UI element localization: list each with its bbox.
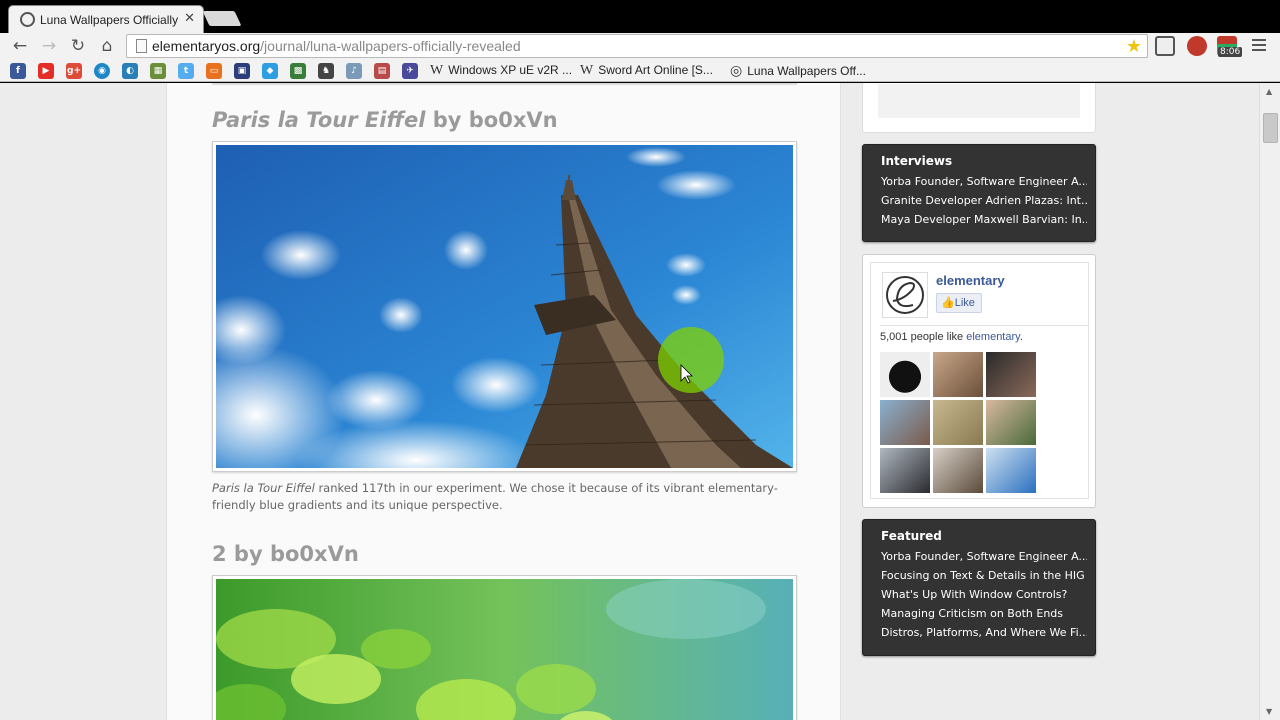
featured-link[interactable]: What's Up With Window Controls?	[881, 585, 1087, 604]
back-arrow-icon[interactable]: ←	[9, 35, 31, 57]
elementary-icon: ◎	[730, 64, 743, 79]
sidebar-widget	[862, 83, 1096, 133]
tab-title: Luna Wallpapers Officially	[40, 13, 179, 27]
bookmark-icon[interactable]: ▦	[150, 63, 166, 79]
wallpaper-image-paris[interactable]	[212, 141, 797, 472]
facebook-like-box: elementary 👍Like 5,001 people like eleme…	[862, 254, 1096, 508]
avatar[interactable]	[933, 352, 983, 397]
scroll-up-arrow-icon[interactable]: ▲	[1266, 87, 1272, 96]
bookmark-windows-xp[interactable]: W Windows XP uE v2R ...	[430, 63, 572, 79]
url-text: elementaryos.org/journal/luna-wallpapers…	[152, 38, 521, 54]
facebook-widget: elementary 👍Like 5,001 people like eleme…	[870, 262, 1089, 499]
interviews-box: Interviews Yorba Founder, Software Engin…	[862, 144, 1096, 242]
interviews-heading: Interviews	[881, 154, 953, 168]
avatar[interactable]	[986, 352, 1036, 397]
scrollbar-thumb[interactable]	[1263, 113, 1278, 143]
twitter-icon[interactable]: t	[178, 63, 194, 79]
wikipedia-icon: W	[580, 63, 594, 78]
new-tab-button[interactable]	[202, 11, 242, 26]
featured-link[interactable]: Focusing on Text & Details in the HIG	[881, 566, 1087, 585]
extension-power-icon[interactable]	[1187, 36, 1207, 56]
youtube-icon[interactable]: ▶	[38, 63, 54, 79]
steam-icon[interactable]: ◉	[94, 63, 110, 79]
featured-link[interactable]: Yorba Founder, Software Engineer A...	[881, 547, 1087, 566]
google-plus-icon[interactable]: g+	[66, 63, 82, 79]
avatar[interactable]	[933, 448, 983, 493]
scroll-down-arrow-icon[interactable]: ▼	[1266, 707, 1272, 716]
green-leaves-image	[216, 579, 793, 720]
forward-arrow-icon[interactable]: →	[38, 35, 60, 57]
facebook-like-button[interactable]: 👍Like	[936, 293, 982, 313]
interview-link[interactable]: Granite Developer Adrien Plazas: Int...	[881, 191, 1087, 210]
avatar[interactable]	[933, 400, 983, 445]
bookmark-icon[interactable]: ▩	[290, 63, 306, 79]
elementary-favicon-icon	[20, 12, 35, 27]
browser-toolbar: ← → ↻ ⌂ elementaryos.org/journal/luna-wa…	[0, 33, 1280, 60]
menu-icon[interactable]	[1252, 39, 1266, 54]
wikipedia-icon: W	[430, 63, 444, 78]
avatar[interactable]	[880, 352, 930, 397]
vertical-scrollbar[interactable]: ▲ ▼	[1259, 83, 1280, 720]
bookmark-sword-art-online[interactable]: W Sword Art Online [S...	[580, 63, 713, 79]
tab-strip: Luna Wallpapers Officially ✕	[0, 0, 1280, 34]
bookmark-luna-wallpapers[interactable]: ◎ Luna Wallpapers Off...	[730, 63, 866, 80]
avatar[interactable]	[880, 448, 930, 493]
close-tab-icon[interactable]: ✕	[184, 11, 195, 26]
bookmark-icon[interactable]: ♞	[318, 63, 334, 79]
bookmark-icon[interactable]: ▣	[234, 63, 250, 79]
facebook-like-count: 5,001 people like elementary.	[880, 331, 1023, 343]
bookmark-icon[interactable]: ◐	[122, 63, 138, 79]
divider	[880, 325, 1088, 326]
facebook-icon[interactable]: f	[10, 63, 26, 79]
wallpaper-title-2: 2 by bo0xVn	[212, 542, 359, 566]
facebook-page-name[interactable]: elementary	[936, 273, 1005, 288]
wallpaper-caption-paris: Paris la Tour Eiffel ranked 117th in our…	[212, 481, 778, 512]
avatar[interactable]	[986, 400, 1036, 445]
avatar[interactable]	[880, 400, 930, 445]
wallpaper-image-2[interactable]	[212, 575, 797, 720]
divider	[212, 83, 797, 85]
featured-heading: Featured	[881, 529, 942, 543]
dropbox-icon[interactable]: ◆	[262, 63, 278, 79]
home-icon[interactable]: ⌂	[96, 35, 118, 57]
bookmark-icon[interactable]: ✈	[402, 63, 418, 79]
extension-screen-icon[interactable]	[1155, 36, 1175, 56]
bookmark-icon[interactable]: ▤	[374, 63, 390, 79]
elementary-logo-icon[interactable]	[882, 272, 928, 318]
thumbs-up-icon: 👍	[941, 297, 955, 309]
reload-icon[interactable]: ↻	[67, 35, 89, 57]
address-bar[interactable]: elementaryos.org/journal/luna-wallpapers…	[126, 34, 1148, 58]
browser-tab[interactable]: Luna Wallpapers Officially ✕	[8, 5, 204, 34]
bookmark-icon[interactable]: ▭	[206, 63, 222, 79]
interview-link[interactable]: Maya Developer Maxwell Barvian: In...	[881, 210, 1087, 229]
avatar[interactable]	[986, 448, 1036, 493]
featured-box: Featured Yorba Founder, Software Enginee…	[862, 519, 1096, 656]
page-viewport: Paris la Tour Eiffel by bo0xVn Paris la …	[0, 83, 1259, 720]
featured-link[interactable]: Distros, Platforms, And Where We Fi...	[881, 623, 1087, 642]
eiffel-tower-image	[216, 145, 793, 468]
article-column: Paris la Tour Eiffel by bo0xVn Paris la …	[166, 83, 841, 720]
bookmark-star-icon[interactable]: ★	[1126, 36, 1142, 57]
bookmark-icon[interactable]: ♪	[346, 63, 362, 79]
interview-link[interactable]: Yorba Founder, Software Engineer A...	[881, 172, 1087, 191]
featured-link[interactable]: Managing Criticism on Both Ends	[881, 604, 1087, 623]
widget-placeholder	[878, 84, 1080, 118]
clock-badge: 8:06	[1218, 47, 1243, 57]
bookmarks-bar: f ▶ g+ ◉ ◐ ▦ t ▭ ▣ ◆ ▩ ♞ ♪ ▤ ✈ W Windows …	[0, 60, 1280, 82]
page-icon	[136, 39, 147, 53]
wallpaper-title-paris: Paris la Tour Eiffel by bo0xVn	[212, 108, 558, 132]
